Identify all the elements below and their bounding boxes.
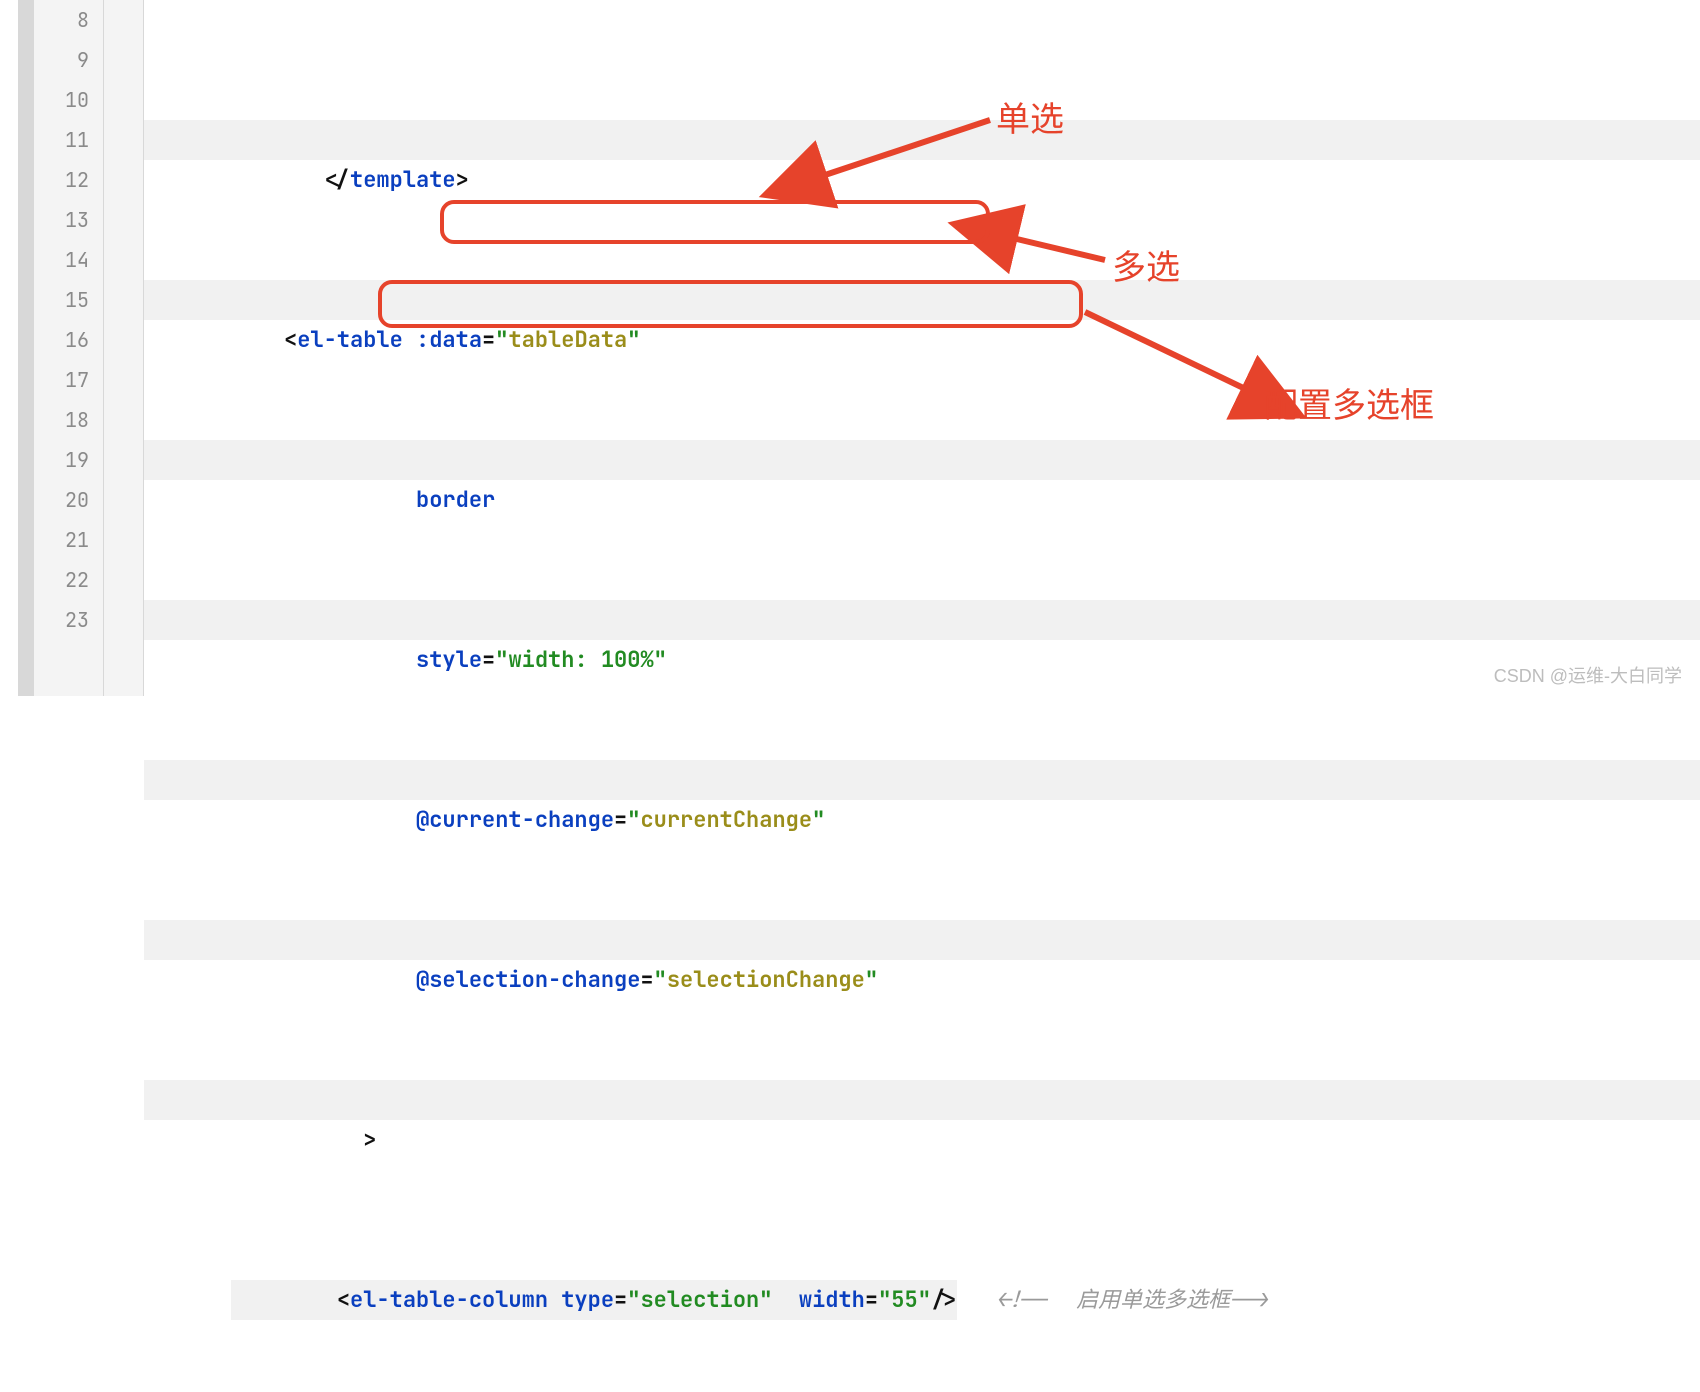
- code-line[interactable]: style="width: 100%": [144, 600, 1700, 640]
- code-line[interactable]: <el-table-column type="selection" width=…: [144, 1240, 1700, 1280]
- fold-gutter[interactable]: [104, 0, 144, 696]
- line-number[interactable]: 9: [34, 40, 89, 80]
- line-number[interactable]: 18: [34, 400, 89, 440]
- line-number[interactable]: 15: [34, 280, 89, 320]
- line-number[interactable]: 19: [34, 440, 89, 480]
- line-number[interactable]: 12: [34, 160, 89, 200]
- line-number[interactable]: 20: [34, 480, 89, 520]
- line-number[interactable]: 16: [34, 320, 89, 360]
- line-number[interactable]: 13: [34, 200, 89, 240]
- code-area[interactable]: </template> <el-table :data="tableData" …: [144, 0, 1700, 696]
- line-number[interactable]: 17: [34, 360, 89, 400]
- code-line[interactable]: @current-change="currentChange": [144, 760, 1700, 800]
- line-number[interactable]: 11: [34, 120, 89, 160]
- line-number[interactable]: 10: [34, 80, 89, 120]
- line-number[interactable]: 23: [34, 600, 89, 640]
- line-number[interactable]: 14: [34, 240, 89, 280]
- left-margin-strip: [18, 0, 34, 696]
- line-number[interactable]: 22: [34, 560, 89, 600]
- code-editor: 8 9 10 11 12 13 14 15 16 17 18 19 20 21 …: [0, 0, 1700, 696]
- code-line[interactable]: <el-table :data="tableData": [144, 280, 1700, 320]
- code-line[interactable]: </template>: [144, 120, 1700, 160]
- code-line[interactable]: @selection-change="selectionChange": [144, 920, 1700, 960]
- line-numbers-gutter[interactable]: 8 9 10 11 12 13 14 15 16 17 18 19 20 21 …: [34, 0, 104, 696]
- code-line[interactable]: border: [144, 440, 1700, 480]
- watermark: CSDN @运维-大白同学: [1494, 662, 1682, 688]
- code-line[interactable]: >: [144, 1080, 1700, 1120]
- line-number[interactable]: 8: [34, 0, 89, 40]
- line-number[interactable]: 21: [34, 520, 89, 560]
